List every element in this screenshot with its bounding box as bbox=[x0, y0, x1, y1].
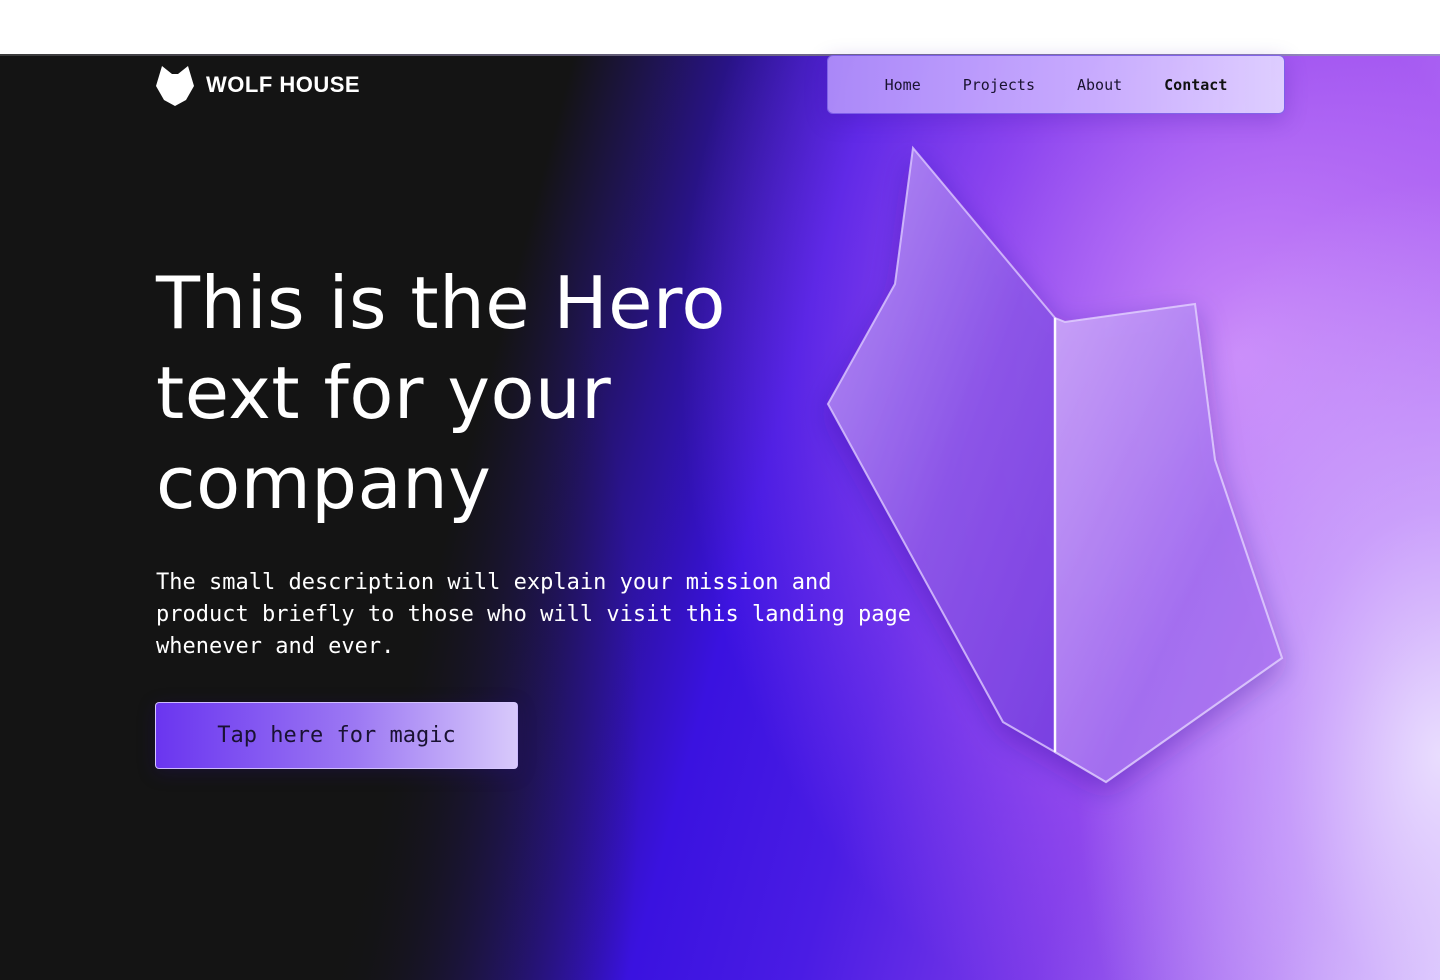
nav-item-contact[interactable]: Contact bbox=[1164, 76, 1227, 94]
nav-item-home[interactable]: Home bbox=[885, 76, 921, 94]
nav-item-projects[interactable]: Projects bbox=[963, 76, 1035, 94]
nav-item-about[interactable]: About bbox=[1077, 76, 1122, 94]
main-nav: Home Projects About Contact bbox=[827, 55, 1285, 114]
wolf-head-icon bbox=[156, 66, 194, 106]
brand-logo[interactable]: WOLF HOUSE bbox=[156, 64, 360, 106]
cta-button[interactable]: Tap here for magic bbox=[155, 702, 518, 769]
hero-description: The small description will explain your … bbox=[156, 570, 911, 659]
brand-name: WOLF HOUSE bbox=[206, 72, 361, 97]
hero-headline: This is the Hero text for your company bbox=[156, 261, 726, 525]
